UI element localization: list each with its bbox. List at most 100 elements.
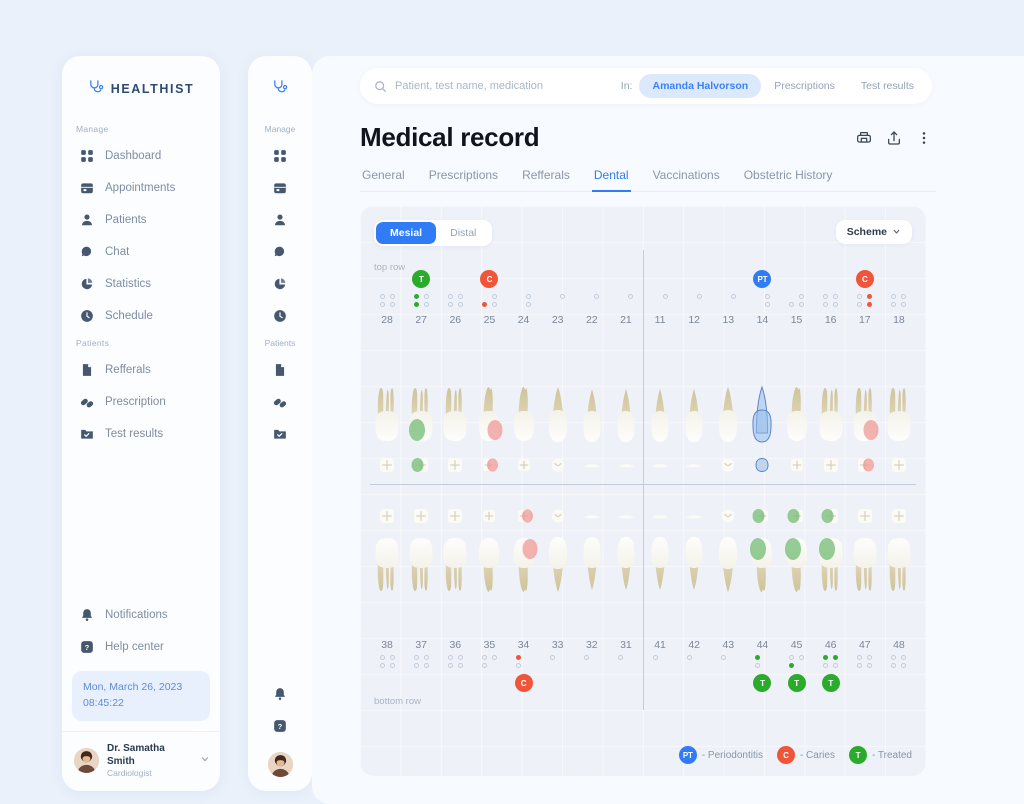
rail-item-help-center[interactable]: ? [248, 710, 312, 742]
sidebar-item-refferals[interactable]: Refferals [62, 354, 220, 386]
tooth-dot[interactable] [481, 663, 487, 668]
tooth-number[interactable]: 23 [552, 314, 564, 326]
tooth-dot[interactable] [891, 294, 897, 299]
tooth-dot[interactable] [823, 302, 829, 307]
tooth-number[interactable]: 12 [688, 314, 700, 326]
tooth-condition-badge[interactable]: C [480, 270, 499, 288]
tooth-number[interactable]: 37 [415, 639, 427, 651]
tooth-dot[interactable] [423, 655, 429, 660]
tooth-dot-marked[interactable] [516, 655, 522, 660]
tooth-dot[interactable] [379, 655, 385, 660]
tooth-dot[interactable] [764, 302, 770, 307]
tooth-occlusal-surface[interactable] [848, 494, 882, 530]
tooth-dot[interactable] [764, 294, 770, 299]
tooth-number[interactable]: 26 [449, 314, 461, 326]
tooth-dot[interactable] [526, 302, 532, 307]
rail-avatar[interactable] [267, 742, 293, 791]
tooth-condition-badge[interactable]: PT [753, 270, 772, 288]
tooth-illustration[interactable] [472, 531, 506, 631]
tooth-number[interactable]: 47 [859, 639, 871, 651]
tooth-number[interactable]: 36 [449, 639, 461, 651]
tooth-number[interactable]: 42 [688, 639, 700, 651]
tooth-illustration[interactable] [882, 344, 916, 444]
tooth-column[interactable]: 43 [711, 636, 745, 694]
tooth-dot-marked[interactable] [833, 655, 839, 660]
tooth-occlusal-surface[interactable] [848, 443, 882, 479]
tooth-illustration[interactable] [609, 531, 643, 631]
tab-refferals[interactable]: Refferals [520, 168, 572, 192]
tooth-number[interactable]: 28 [381, 314, 393, 326]
tooth-dot-marked[interactable] [413, 294, 419, 299]
tab-prescriptions[interactable]: Prescriptions [427, 168, 500, 192]
sidebar-item-schedule[interactable]: Schedule [62, 300, 220, 332]
tooth-condition-badge[interactable]: T [821, 674, 840, 692]
tooth-dot[interactable] [652, 655, 658, 660]
sidebar-item-chat[interactable]: Chat [62, 236, 220, 268]
tooth-dot[interactable] [891, 663, 897, 668]
tooth-dot[interactable] [686, 655, 692, 660]
tooth-dot[interactable] [447, 302, 453, 307]
tooth-column[interactable]: 26 [438, 268, 472, 326]
search-chip-prescriptions[interactable]: Prescriptions [761, 74, 848, 98]
tooth-dot[interactable] [516, 663, 522, 668]
tooth-number[interactable]: 48 [893, 639, 905, 651]
tooth-condition-badge[interactable]: T [787, 674, 806, 692]
tooth-illustration[interactable] [472, 344, 506, 444]
tooth-occlusal-surface[interactable] [370, 443, 404, 479]
tooth-column[interactable]: 24 [507, 268, 541, 326]
tooth-number[interactable]: 35 [484, 639, 496, 651]
tooth-column[interactable]: 38 [370, 636, 404, 694]
tooth-illustration[interactable] [711, 531, 745, 631]
tooth-dot[interactable] [754, 663, 760, 668]
tooth-dot[interactable] [389, 294, 395, 299]
tooth-dot[interactable] [423, 663, 429, 668]
tooth-occlusal-surface[interactable] [575, 494, 609, 530]
tooth-occlusal-surface[interactable] [814, 494, 848, 530]
tooth-dot[interactable] [526, 294, 532, 299]
tooth-occlusal-surface[interactable] [404, 494, 438, 530]
chevron-down-icon[interactable] [200, 754, 210, 766]
tooth-illustration[interactable] [643, 344, 677, 444]
tooth-illustration[interactable] [507, 344, 541, 444]
tooth-dot[interactable] [857, 663, 863, 668]
tooth-occlusal-surface[interactable] [745, 443, 779, 479]
tooth-number[interactable]: 21 [620, 314, 632, 326]
tooth-dot[interactable] [491, 302, 497, 307]
tooth-number[interactable]: 44 [757, 639, 769, 651]
tooth-dot[interactable] [696, 294, 702, 299]
tooth-dot[interactable] [833, 302, 839, 307]
tooth-occlusal-surface[interactable] [370, 494, 404, 530]
tooth-column[interactable]: 18 [882, 268, 916, 326]
scheme-dropdown[interactable]: Scheme [835, 220, 912, 244]
tooth-column[interactable]: 23 [541, 268, 575, 326]
tab-general[interactable]: General [360, 168, 407, 192]
tooth-dot-marked[interactable] [754, 655, 760, 660]
tooth-number[interactable]: 15 [791, 314, 803, 326]
tooth-dot[interactable] [413, 655, 419, 660]
tab-vaccinations[interactable]: Vaccinations [651, 168, 722, 192]
tooth-number[interactable]: 11 [655, 314, 666, 326]
tooth-occlusal-surface[interactable] [780, 494, 814, 530]
tooth-dot[interactable] [867, 655, 873, 660]
tooth-number[interactable]: 17 [859, 314, 871, 326]
tooth-illustration[interactable] [541, 531, 575, 631]
tooth-dot[interactable] [560, 294, 566, 299]
tooth-column[interactable]: 35 [472, 636, 506, 694]
tooth-condition-badge[interactable]: T [753, 674, 772, 692]
tab-dental[interactable]: Dental [591, 168, 631, 192]
tooth-illustration[interactable] [370, 344, 404, 444]
tooth-number[interactable]: 27 [415, 314, 427, 326]
user-profile[interactable]: Dr. Samatha Smith Cardiologist [62, 730, 220, 791]
rail-item-notifications[interactable] [248, 678, 312, 710]
tooth-number[interactable]: 41 [654, 639, 666, 651]
tooth-occlusal-surface[interactable] [472, 443, 506, 479]
search-input[interactable] [395, 80, 621, 92]
tooth-dot[interactable] [901, 294, 907, 299]
sidebar-item-test-results[interactable]: Test results [62, 418, 220, 450]
tooth-column[interactable]: 46 T [814, 636, 848, 694]
tooth-column[interactable]: 41 [643, 636, 677, 694]
tooth-illustration[interactable] [711, 344, 745, 444]
tooth-illustration[interactable] [814, 344, 848, 444]
tooth-dot[interactable] [389, 655, 395, 660]
tooth-illustration[interactable] [882, 531, 916, 631]
